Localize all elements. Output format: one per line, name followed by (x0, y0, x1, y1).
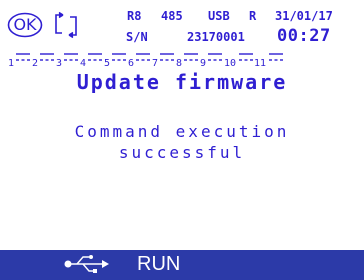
dc-symbol-icon (16, 53, 30, 61)
bottom-status-bar: RUN (0, 250, 364, 280)
dc-symbol-icon (40, 53, 54, 61)
ok-status-label: OK (13, 15, 37, 34)
channel-number: 6 (128, 58, 135, 69)
dc-symbol-icon (239, 53, 253, 61)
usb-icon (64, 254, 110, 274)
channel-number: 11 (254, 58, 267, 69)
dc-symbol-icon (184, 53, 198, 61)
run-state-label: RUN (137, 253, 181, 275)
channel-number: 8 (176, 58, 183, 69)
channel-number: 5 (104, 58, 111, 69)
device-display: OK R8 485 USB R 31/01/17 S/N 23170001 00… (0, 0, 364, 280)
dc-symbol-icon (208, 53, 222, 61)
dc-symbol-icon (160, 53, 174, 61)
status-message-line1: Command execution (74, 122, 290, 141)
channel-number: 1 (8, 58, 15, 69)
channel-number: 7 (152, 58, 159, 69)
interface-indicator: USB (208, 9, 230, 23)
mode-indicator: R (249, 9, 257, 23)
dc-symbol-icon (269, 53, 283, 61)
dc-symbol-icon (64, 53, 78, 61)
channel-number: 2 (32, 58, 39, 69)
relay-indicator: R8 (127, 9, 142, 23)
serial-number: 23170001 (187, 30, 245, 44)
dc-symbol-icon (136, 53, 150, 61)
clock-display: 00:27 (277, 26, 331, 46)
dc-symbol-icon (88, 53, 102, 61)
ok-status-icon: OK (7, 12, 43, 38)
channel-number: 9 (200, 58, 207, 69)
dc-symbol-icon (112, 53, 126, 61)
status-message-line2: successful (118, 143, 246, 162)
protocol-indicator: 485 (161, 9, 183, 23)
channel-number: 4 (80, 58, 87, 69)
screen-title: Update firmware (76, 70, 288, 94)
channel-number: 3 (56, 58, 63, 69)
sync-arrows-icon (52, 11, 80, 39)
date-display: 31/01/17 (275, 9, 333, 23)
channel-number: 10 (224, 58, 237, 69)
channel-row: 1 2 3 4 5 6 7 8 9 10 11 (8, 49, 364, 69)
serial-label: S/N (126, 30, 148, 44)
